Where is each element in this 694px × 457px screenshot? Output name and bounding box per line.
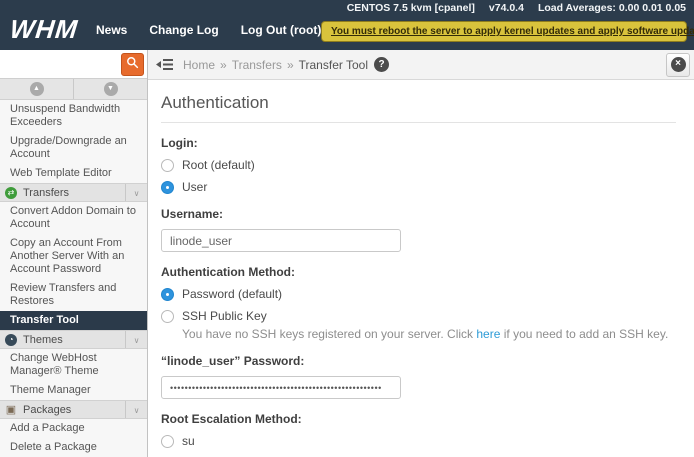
whm-logo[interactable]: WHM (8, 14, 89, 45)
nav-log-out[interactable]: Log Out (root) (241, 23, 322, 37)
login-label: Login: (161, 136, 676, 150)
sidebar-item-convert-addon-domain[interactable]: Convert Addon Domain to Account (0, 202, 147, 234)
sidebar-item-unsuspend-bandwidth[interactable]: Unsuspend Bandwidth Exceeders (0, 100, 147, 132)
sidebar-section-packages[interactable]: ▣ Packages ∨ (0, 400, 147, 419)
password-field[interactable] (161, 376, 401, 399)
top-nav: News Change Log Log Out (root) (96, 23, 321, 37)
search-icon (126, 56, 139, 74)
sidebar-nav-list: Unsuspend Bandwidth Exceeders Upgrade/Do… (0, 100, 147, 457)
radio-su[interactable] (161, 435, 174, 448)
chevron-down-icon[interactable]: ∨ (125, 401, 147, 418)
breadcrumb-separator: » (220, 58, 227, 72)
server-name: CENTOS 7.5 kvm [cpanel] (347, 2, 475, 14)
username-field[interactable] (161, 229, 401, 252)
section-label: Packages (23, 404, 125, 416)
sidebar-item-upgrade-downgrade[interactable]: Upgrade/Downgrade an Account (0, 132, 147, 164)
nav-change-log[interactable]: Change Log (149, 23, 218, 37)
sidebar: ▲ ▼ Unsuspend Bandwidth Exceeders Upgrad… (0, 50, 148, 457)
sidebar-section-transfers[interactable]: ⇄ Transfers ∨ (0, 183, 147, 202)
server-status: CENTOS 7.5 kvm [cpanel] v74.0.4 Load Ave… (347, 2, 686, 14)
login-option-root[interactable]: Root (default) (161, 158, 676, 172)
escalation-option-su[interactable]: su (161, 434, 676, 448)
radio-root-default[interactable] (161, 159, 174, 172)
breadcrumb-current: Transfer Tool (299, 58, 368, 72)
reboot-alert-link[interactable]: You must reboot the server to apply kern… (321, 21, 687, 42)
transfer-tool-form: Authentication Login: Root (default) Use… (148, 80, 694, 457)
whm-app: CENTOS 7.5 kvm [cpanel] v74.0.4 Load Ave… (0, 0, 694, 457)
sidebar-search-row (0, 50, 147, 79)
auth-option-password[interactable]: Password (default) (161, 287, 676, 301)
scroll-up-button[interactable]: ▲ (0, 79, 74, 99)
whm-version: v74.0.4 (489, 2, 524, 14)
workspace: ▲ ▼ Unsuspend Bandwidth Exceeders Upgrad… (0, 50, 694, 457)
sidebar-item-review-transfers[interactable]: Review Transfers and Restores (0, 279, 147, 311)
sidebar-item-copy-account[interactable]: Copy an Account From Another Server With… (0, 234, 147, 279)
radio-label: User (182, 180, 207, 194)
sidebar-scroll-controls: ▲ ▼ (0, 79, 147, 100)
login-option-user[interactable]: User (161, 180, 676, 194)
auth-method-label: Authentication Method: (161, 265, 676, 279)
search-button[interactable] (121, 53, 144, 76)
section-label: Themes (23, 334, 125, 346)
chevron-down-icon[interactable]: ∨ (125, 331, 147, 348)
auth-option-ssh-key[interactable]: SSH Public Key (161, 309, 676, 323)
radio-label: SSH Public Key (182, 309, 267, 323)
sidebar-item-delete-a-package[interactable]: Delete a Package (0, 438, 147, 457)
add-ssh-key-link[interactable]: here (476, 327, 500, 341)
sidebar-item-web-template-editor[interactable]: Web Template Editor (0, 164, 147, 183)
transfers-icon: ⇄ (5, 187, 17, 199)
sidebar-item-change-whm-theme[interactable]: Change WebHost Manager® Theme (0, 349, 147, 381)
authentication-heading: Authentication (161, 93, 676, 123)
scroll-down-button[interactable]: ▼ (74, 79, 147, 99)
close-icon: × (671, 57, 686, 72)
brand-row: WHM News Change Log Log Out (root) (0, 14, 321, 45)
arrow-up-icon: ▲ (30, 82, 44, 96)
radio-label: su (182, 434, 195, 448)
packages-icon: ▣ (5, 404, 17, 416)
password-label: “linode_user” Password: (161, 354, 676, 368)
themes-icon: ◔ (5, 334, 17, 346)
help-icon[interactable]: ? (374, 57, 389, 72)
ssh-note-text: if you need to add an SSH key. (500, 327, 668, 341)
sidebar-item-transfer-tool[interactable]: Transfer Tool (0, 311, 147, 330)
section-label: Transfers (23, 187, 125, 199)
top-bar: CENTOS 7.5 kvm [cpanel] v74.0.4 Load Ave… (0, 0, 694, 50)
ssh-note-text: You have no SSH keys registered on your … (182, 327, 476, 341)
radio-label: Root (default) (182, 158, 255, 172)
main-panel: Home » Transfers » Transfer Tool ? × Aut… (148, 50, 694, 457)
radio-user[interactable] (161, 181, 174, 194)
radio-ssh-public-key[interactable] (161, 310, 174, 323)
breadcrumb-home[interactable]: Home (183, 58, 215, 72)
arrow-down-icon: ▼ (104, 82, 118, 96)
collapse-sidebar-icon[interactable] (156, 58, 173, 71)
breadcrumb-bar: Home » Transfers » Transfer Tool ? × (148, 50, 694, 80)
breadcrumb-separator: » (287, 58, 294, 72)
sidebar-item-add-a-package[interactable]: Add a Package (0, 419, 147, 438)
chevron-down-icon[interactable]: ∨ (125, 184, 147, 201)
breadcrumb-transfers[interactable]: Transfers (232, 58, 282, 72)
root-escalation-label: Root Escalation Method: (161, 412, 676, 426)
close-help-button[interactable]: × (666, 53, 690, 77)
radio-password-default[interactable] (161, 288, 174, 301)
radio-label: Password (default) (182, 287, 282, 301)
nav-news[interactable]: News (96, 23, 127, 37)
sidebar-section-themes[interactable]: ◔ Themes ∨ (0, 330, 147, 349)
ssh-key-note: You have no SSH keys registered on your … (182, 327, 676, 341)
load-averages: Load Averages: 0.00 0.01 0.05 (538, 2, 686, 14)
breadcrumb: Home » Transfers » Transfer Tool (183, 58, 368, 72)
sidebar-item-theme-manager[interactable]: Theme Manager (0, 381, 147, 400)
username-label: Username: (161, 207, 676, 221)
